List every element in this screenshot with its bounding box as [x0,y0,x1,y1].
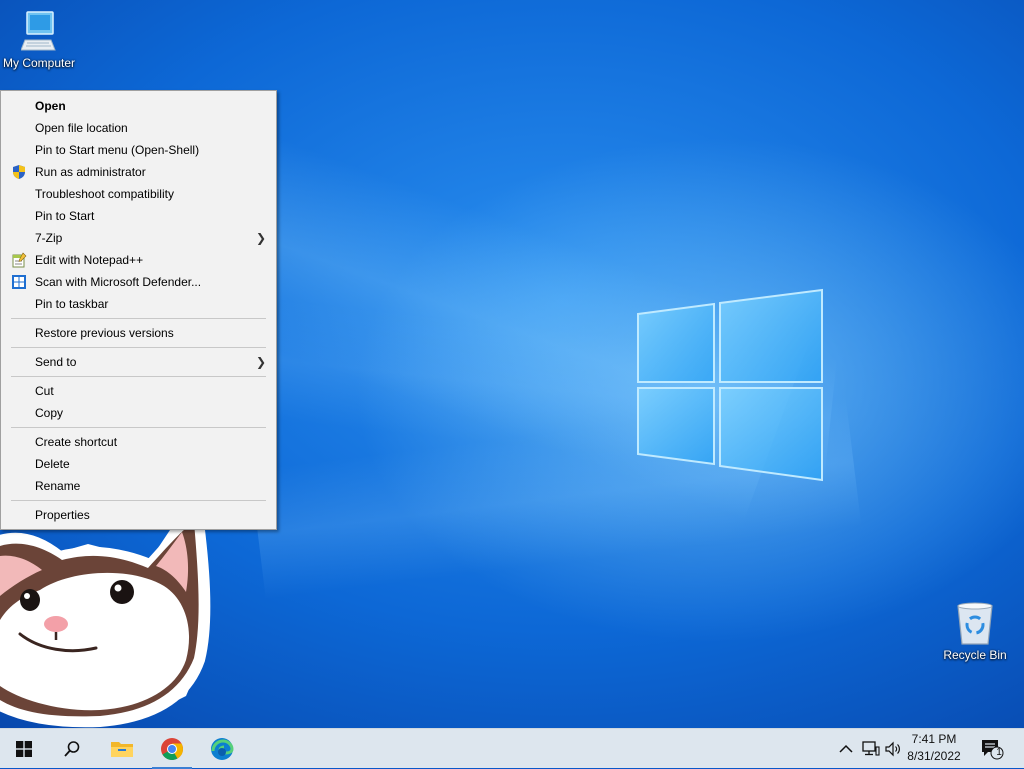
menu-item-pin-to-taskbar[interactable]: Pin to taskbar [1,293,276,315]
menu-separator [11,347,266,348]
menu-item-7zip[interactable]: 7-Zip ❯ [1,227,276,249]
recycle-bin-icon [957,602,993,645]
taskbar-clock[interactable]: 7:41 PM 8/31/2022 [902,731,966,765]
desktop-icon-label: My Computer [2,56,76,70]
notification-count-badge: 1 [996,747,1002,758]
menu-separator [11,427,266,428]
menu-item-open-file-location[interactable]: Open file location [1,117,276,139]
menu-item-label: Edit with Notepad++ [35,253,144,267]
file-explorer-button[interactable] [98,729,146,769]
menu-item-properties[interactable]: Properties [1,504,276,526]
desktop-icon-my-computer[interactable]: My Computer [0,8,78,70]
chrome-button[interactable] [148,729,196,769]
menu-item-label: Cut [35,384,54,398]
chevron-up-icon [839,744,853,753]
menu-item-label: Pin to taskbar [35,297,109,311]
edge-icon [211,738,234,760]
menu-item-label: Restore previous versions [35,326,174,340]
menu-item-label: Pin to Start menu (Open-Shell) [35,143,200,157]
menu-item-label: Scan with Microsoft Defender... [35,275,202,289]
menu-separator [11,500,266,501]
action-center-button[interactable]: 1 [980,739,1004,760]
chrome-icon [161,738,183,760]
menu-item-label: Run as administrator [35,165,146,179]
desktop-icon-recycle-bin[interactable]: Recycle Bin [940,600,1010,662]
menu-item-run-as-administrator[interactable]: Run as administrator [1,161,276,183]
menu-item-send-to[interactable]: Send to ❯ [1,351,276,373]
menu-separator [11,376,266,377]
menu-item-create-shortcut[interactable]: Create shortcut [1,431,276,453]
volume-button[interactable] [884,739,904,759]
clock-date: 8/31/2022 [907,749,961,763]
submenu-arrow-icon: ❯ [255,231,266,245]
taskbar: 7:41 PM 8/31/2022 1 [0,728,1024,769]
uac-shield-icon [13,165,25,179]
network-icon [862,741,880,756]
defender-icon [12,275,26,289]
menu-item-label: Open file location [35,121,128,135]
menu-item-label: Rename [35,479,81,493]
clock-time: 7:41 PM [911,732,957,746]
menu-item-rename[interactable]: Rename [1,475,276,497]
menu-item-copy[interactable]: Copy [1,402,276,424]
computer-icon [21,11,56,51]
notepadpp-icon [12,252,27,268]
menu-item-scan-with-defender[interactable]: Scan with Microsoft Defender... [1,271,276,293]
menu-item-restore-previous-versions[interactable]: Restore previous versions [1,322,276,344]
menu-item-label: Properties [35,508,90,522]
volume-icon [885,741,900,757]
windows-start-icon [16,741,32,757]
cat-sticker-image [0,506,211,728]
menu-item-label: Open [35,99,66,113]
menu-item-delete[interactable]: Delete [1,453,276,475]
search-button[interactable] [48,729,96,769]
menu-item-pin-to-start-menu-open-shell[interactable]: Pin to Start menu (Open-Shell) [1,139,276,161]
menu-item-troubleshoot-compatibility[interactable]: Troubleshoot compatibility [1,183,276,205]
menu-separator [11,318,266,319]
menu-item-label: Pin to Start [35,209,95,223]
start-button[interactable] [0,729,48,769]
menu-item-pin-to-start[interactable]: Pin to Start [1,205,276,227]
menu-item-edit-with-notepadpp[interactable]: Edit with Notepad++ [1,249,276,271]
menu-item-label: Create shortcut [35,435,118,449]
menu-item-label: Send to [35,355,77,369]
menu-item-open[interactable]: Open [1,95,276,117]
context-menu: Open Open file location Pin to Start men… [0,90,277,530]
menu-item-label: 7-Zip [35,231,63,245]
desktop-icon-label: Recycle Bin [943,648,1007,662]
file-explorer-icon [111,742,133,757]
network-button[interactable] [861,739,881,759]
edge-button[interactable] [198,729,246,769]
search-icon [64,741,80,757]
submenu-arrow-icon: ❯ [255,355,266,369]
show-hidden-icons-button[interactable] [836,739,856,759]
menu-item-label: Delete [35,457,70,471]
menu-item-cut[interactable]: Cut [1,380,276,402]
windows-logo-wallpaper [637,288,823,482]
menu-item-label: Troubleshoot compatibility [35,187,174,201]
menu-item-label: Copy [35,406,64,420]
